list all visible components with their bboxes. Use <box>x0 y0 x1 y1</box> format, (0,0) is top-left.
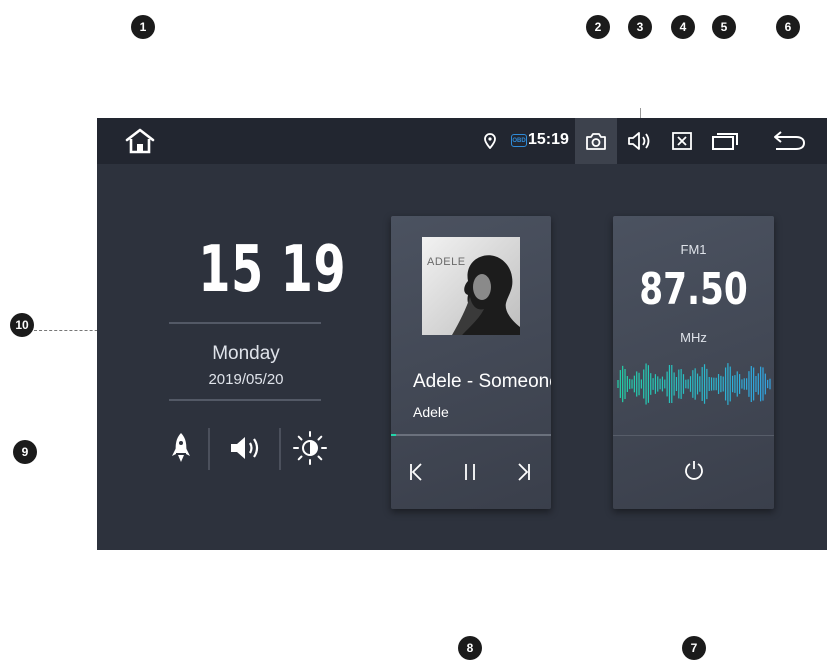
song-progress-bar[interactable] <box>391 434 551 436</box>
clock-divider-top <box>169 322 321 324</box>
status-time: 15:19 <box>528 131 569 148</box>
song-title: Adele - Someone Like You <box>413 371 551 392</box>
callout-7: 7 <box>682 636 706 660</box>
radio-divider <box>613 435 774 436</box>
radio-band: FM1 <box>680 242 707 257</box>
back-icon[interactable] <box>772 128 808 154</box>
quick-buttons-separator-2 <box>279 428 281 470</box>
volume-icon[interactable] <box>627 128 653 154</box>
callout-3: 3 <box>628 15 652 39</box>
clock-date: 2019/05/20 <box>208 371 284 388</box>
status-bar: OBD 15:19 <box>97 118 827 164</box>
clock-day: Monday <box>212 343 280 364</box>
callout-10: 10 <box>10 313 34 337</box>
pause-icon[interactable] <box>455 458 485 486</box>
head-unit-screen: OBD 15:19 15 19 Monday 2019/05/20 ADELE … <box>97 118 827 550</box>
callout-4: 4 <box>671 15 695 39</box>
callout-2: 2 <box>586 15 610 39</box>
location-pin-icon <box>483 128 497 154</box>
radio-widget[interactable]: FM1 87.50 MHz <box>613 216 774 509</box>
previous-icon[interactable] <box>401 458 431 486</box>
callout-8: 8 <box>458 636 482 660</box>
close-icon[interactable] <box>671 128 693 154</box>
callout-9: 9 <box>13 440 37 464</box>
clock-divider-bottom <box>169 399 321 401</box>
radio-frequency: 87.50 <box>639 264 748 315</box>
speaker-icon[interactable] <box>227 428 267 468</box>
song-progress-fill <box>391 434 396 436</box>
album-art: ADELE <box>422 237 520 335</box>
quick-buttons-separator-1 <box>208 428 210 470</box>
camera-icon[interactable] <box>585 128 607 154</box>
radio-unit: MHz <box>680 330 707 345</box>
obd-badge: OBD <box>511 134 527 147</box>
rocket-icon[interactable] <box>169 428 193 468</box>
recent-apps-icon[interactable] <box>711 128 739 154</box>
callout-5: 5 <box>712 15 736 39</box>
power-icon[interactable] <box>681 457 707 483</box>
next-icon[interactable] <box>509 458 539 486</box>
callout-1: 1 <box>131 15 155 39</box>
clock-time: 15 19 <box>198 233 347 307</box>
music-widget[interactable]: ADELE Adele - Someone Like You Adele <box>391 216 551 509</box>
callout-tick <box>640 108 641 118</box>
song-artist: Adele <box>413 404 449 420</box>
brightness-icon[interactable] <box>291 428 329 468</box>
radio-waveform <box>617 363 771 405</box>
callout-6: 6 <box>776 15 800 39</box>
home-icon[interactable] <box>123 128 157 154</box>
